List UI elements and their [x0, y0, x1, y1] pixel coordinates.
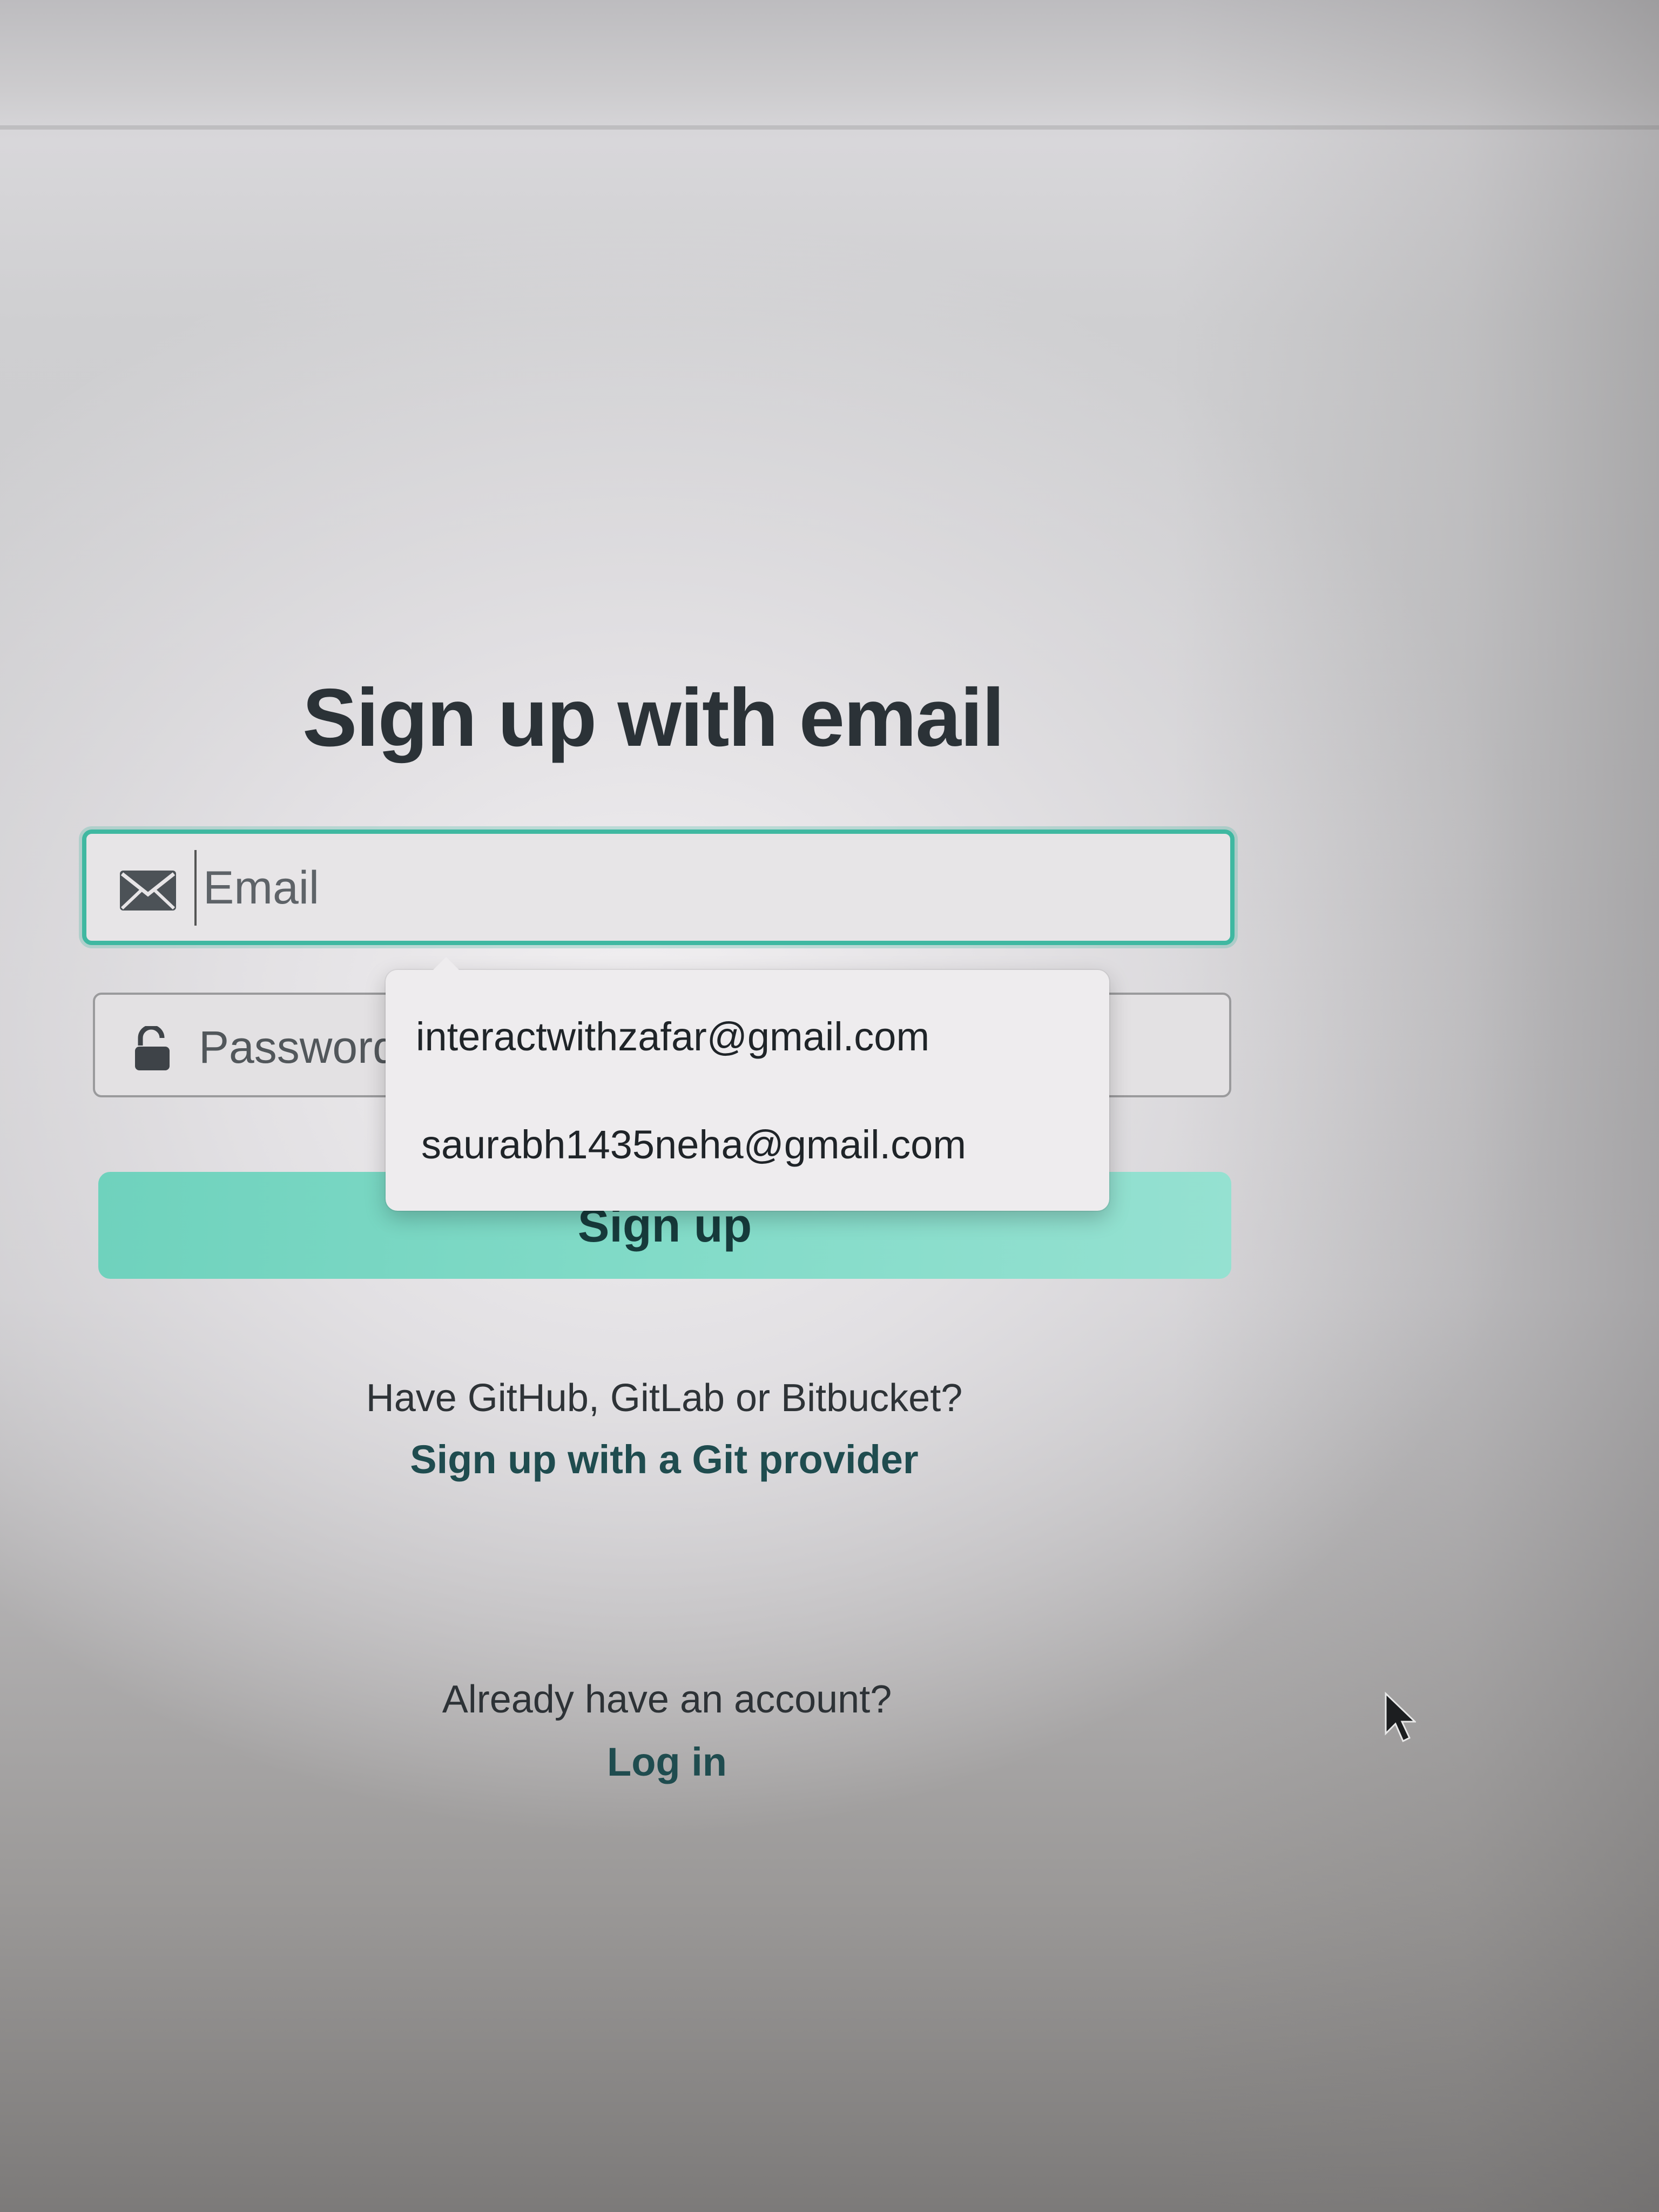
email-autocomplete-dropdown: interactwithzafar@gmail.com saurabh1435n… [386, 957, 1109, 1211]
log-in-link[interactable]: Log in [0, 1739, 1334, 1785]
lock-icon [135, 1026, 170, 1070]
autocomplete-suggestion[interactable]: saurabh1435neha@gmail.com [421, 1107, 1091, 1183]
page-title: Sign up with email [302, 671, 1004, 764]
git-provider-prompt: Have GitHub, GitLab or Bitbucket? [366, 1377, 963, 1420]
autocomplete-suggestion[interactable]: interactwithzafar@gmail.com [416, 999, 1085, 1075]
mouse-pointer-icon [1385, 1691, 1416, 1743]
photo-vignette [1173, 0, 1659, 2212]
screen-bezel-top [0, 0, 1659, 130]
email-field[interactable] [82, 830, 1235, 945]
existing-account-prompt: Already have an account? [442, 1678, 892, 1721]
email-input[interactable] [194, 850, 1218, 926]
envelope-icon [120, 871, 176, 911]
git-provider-signup-link[interactable]: Sign up with a Git provider [0, 1437, 1328, 1482]
